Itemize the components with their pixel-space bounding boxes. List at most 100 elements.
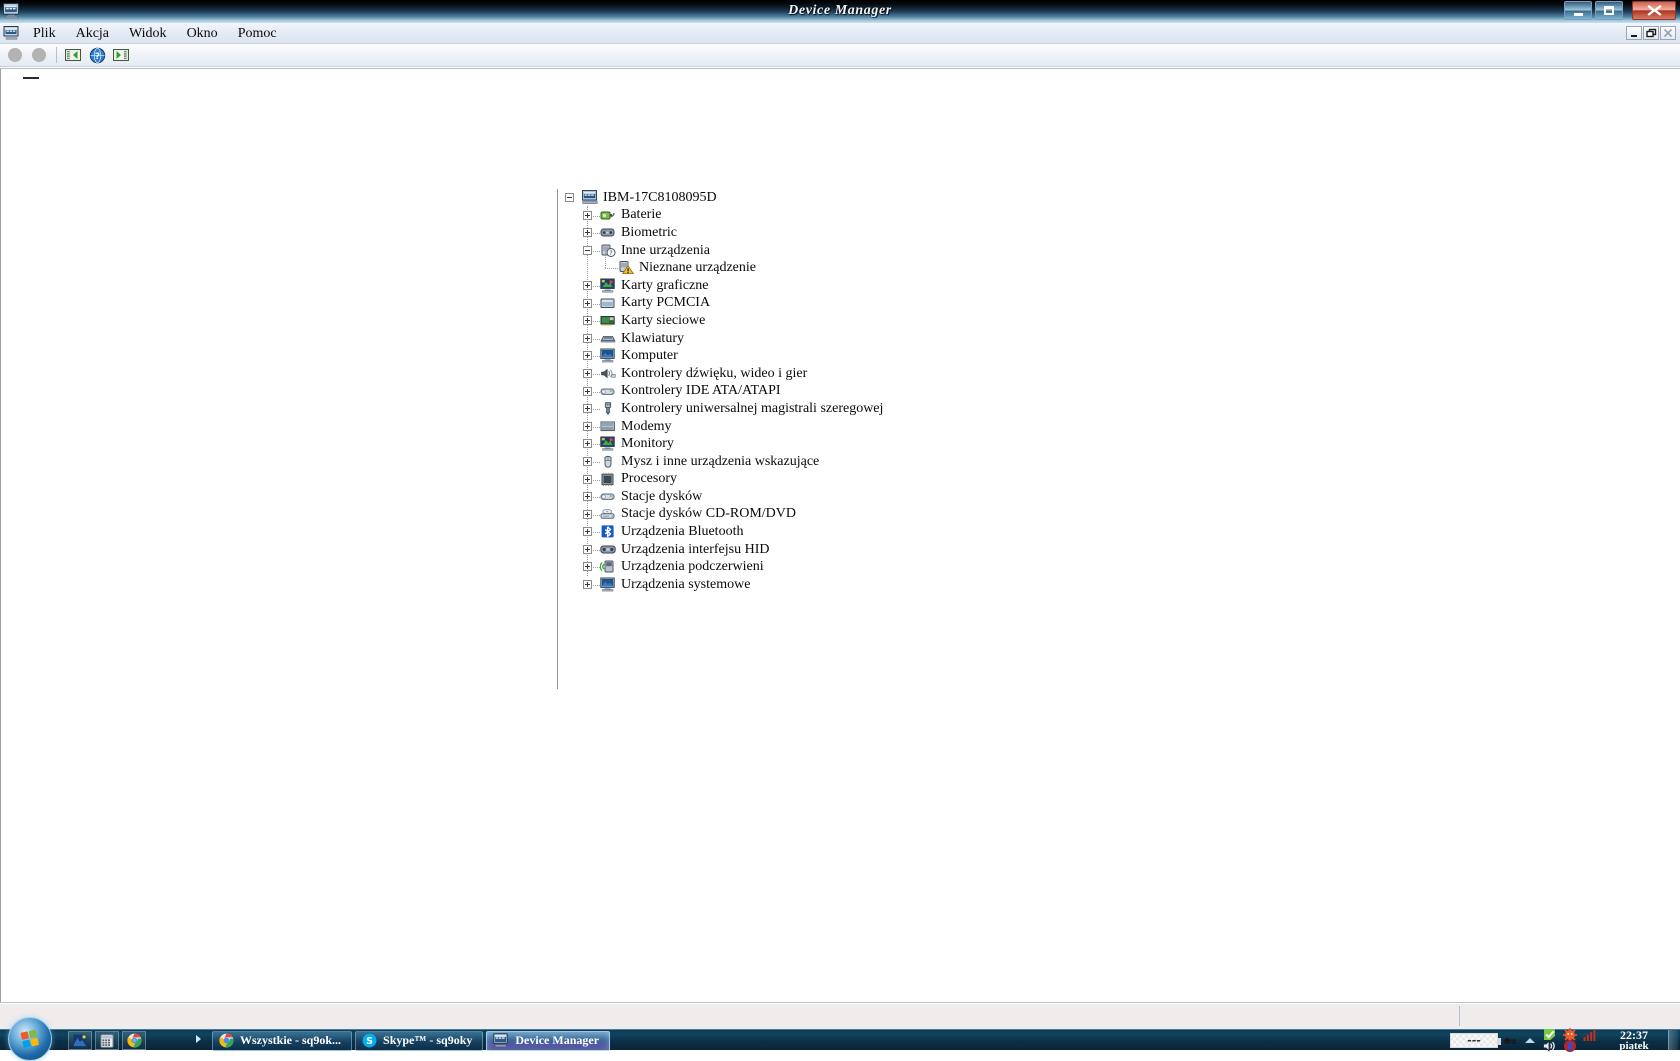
back-button[interactable] bbox=[4, 45, 26, 65]
show-desktop-icon bbox=[73, 1034, 87, 1047]
mdi-minimize-button[interactable] bbox=[1626, 26, 1642, 40]
tree-item-label: Urządzenia interfejsu HID bbox=[621, 541, 770, 557]
task-button-skype[interactable]: S Skype™ - sq9oky bbox=[355, 1030, 484, 1051]
menu-help[interactable]: Pomoc bbox=[229, 24, 286, 43]
tree-item-label: Komputer bbox=[621, 348, 678, 364]
device-manager-icon bbox=[493, 1033, 509, 1047]
mdi-restore-button[interactable] bbox=[1643, 26, 1659, 40]
svg-text:?: ? bbox=[94, 52, 99, 62]
modem-icon bbox=[600, 419, 616, 434]
menu-window[interactable]: Okno bbox=[178, 24, 227, 43]
tree-connector bbox=[593, 426, 600, 428]
window-close-button[interactable] bbox=[1632, 1, 1676, 20]
power-plug-icon[interactable] bbox=[1501, 1032, 1519, 1050]
expand-toggle-systemowe[interactable] bbox=[583, 580, 592, 590]
expand-toggle-monitory[interactable] bbox=[583, 439, 592, 449]
expand-toggle-karty-sieciowe[interactable] bbox=[583, 316, 592, 326]
tree-connector bbox=[593, 585, 600, 587]
tree-connector bbox=[593, 532, 600, 534]
expand-toggle-podczerwien[interactable] bbox=[583, 562, 592, 572]
collapse-toggle-root[interactable] bbox=[565, 193, 574, 202]
tree-connector bbox=[593, 497, 600, 499]
tree-item-label: Urządzenia systemowe bbox=[621, 576, 751, 592]
show-action-pane-button[interactable] bbox=[110, 45, 132, 65]
battery-indicator[interactable]: --- bbox=[1450, 1033, 1501, 1048]
unknown-device-warning-icon bbox=[618, 260, 634, 275]
expand-toggle-stacje-dyskow[interactable] bbox=[583, 492, 592, 502]
maximize-icon bbox=[1604, 6, 1614, 15]
computer-icon bbox=[582, 190, 598, 205]
mdi-close-button[interactable] bbox=[1660, 26, 1676, 40]
close-icon bbox=[1646, 5, 1662, 16]
network-signal-icon[interactable] bbox=[1581, 1026, 1599, 1044]
start-button[interactable] bbox=[8, 1017, 52, 1061]
expand-toggle-procesory[interactable] bbox=[583, 474, 592, 484]
expand-toggle-bluetooth[interactable] bbox=[583, 527, 592, 537]
task-button-device-manager[interactable]: Device Manager bbox=[486, 1030, 611, 1051]
infrared-device-icon bbox=[599, 559, 616, 574]
collapse-toggle-inne-urzadzenia[interactable] bbox=[583, 245, 592, 255]
calculator-icon bbox=[100, 1033, 114, 1048]
expand-toggle-mysz[interactable] bbox=[583, 456, 592, 466]
tree-connector bbox=[593, 479, 600, 481]
system-menu-icon[interactable] bbox=[3, 25, 20, 41]
expand-toggle-kontrolery-usb[interactable] bbox=[583, 404, 592, 414]
cdrom-drive-icon bbox=[600, 507, 616, 522]
chrome-icon bbox=[219, 1033, 234, 1048]
expand-toggle-stacje-cdrom[interactable] bbox=[583, 509, 592, 519]
system-device-icon bbox=[600, 577, 616, 592]
tree-connector bbox=[605, 251, 606, 269]
menu-file[interactable]: Plik bbox=[24, 24, 65, 43]
tree-item-label: Kontrolery IDE ATA/ATAPI bbox=[621, 383, 781, 399]
restore-icon bbox=[1645, 28, 1656, 38]
expand-toggle-klawiatury[interactable] bbox=[583, 333, 592, 343]
expand-toggle-kontrolery-dzwieku[interactable] bbox=[583, 368, 592, 378]
column-header-marker[interactable] bbox=[23, 77, 39, 79]
battery-icon bbox=[600, 208, 616, 223]
help-button[interactable]: ? bbox=[86, 45, 108, 65]
task-button-list: Wszystkie - sq9ok... S Skype™ - sq9oky D… bbox=[212, 1030, 613, 1051]
show-desktop-button[interactable] bbox=[1668, 1030, 1678, 1051]
expand-toggle-modemy[interactable] bbox=[583, 421, 592, 431]
bluetooth-tray-icon[interactable] bbox=[1561, 1037, 1579, 1055]
expand-toggle-biometric[interactable] bbox=[583, 228, 592, 238]
expand-toggle-karty-graficzne[interactable] bbox=[583, 280, 592, 290]
close-icon bbox=[1663, 28, 1673, 38]
toolbar-separator-1 bbox=[56, 47, 58, 63]
window-maximize-button[interactable] bbox=[1595, 1, 1623, 20]
tree-connector bbox=[593, 303, 600, 305]
tree-connector bbox=[593, 549, 600, 551]
task-button-label: Skype™ - sq9oky bbox=[383, 1033, 473, 1047]
tree-item-label: Karty PCMCIA bbox=[621, 295, 711, 311]
task-button-chrome[interactable]: Wszystkie - sq9ok... bbox=[212, 1030, 353, 1051]
tree-item-label: Mysz i inne urządzenia wskazujące bbox=[621, 453, 820, 469]
quick-launch-bar bbox=[68, 1031, 149, 1050]
window-minimize-button[interactable] bbox=[1564, 1, 1592, 20]
help-globe-icon: ? bbox=[89, 47, 105, 63]
display-adapter-icon bbox=[600, 278, 616, 293]
ql-calculator[interactable] bbox=[95, 1031, 119, 1050]
show-console-tree-button[interactable] bbox=[62, 45, 84, 65]
volume-speaker-icon[interactable] bbox=[1541, 1037, 1559, 1055]
menu-action[interactable]: Akcja bbox=[67, 24, 118, 43]
expand-toggle-kontrolery-ide[interactable] bbox=[583, 386, 592, 396]
expand-toggle-karty-pcmcia[interactable] bbox=[583, 298, 592, 308]
title-bar[interactable]: Device Manager bbox=[0, 0, 1680, 23]
ql-show-desktop[interactable] bbox=[68, 1031, 92, 1050]
ql-chrome[interactable] bbox=[122, 1031, 146, 1050]
clock[interactable]: 22:37 piątek bbox=[1604, 1029, 1664, 1052]
tree-connector bbox=[593, 215, 600, 217]
minimize-icon bbox=[1573, 12, 1583, 16]
show-hidden-icons-arrow[interactable] bbox=[1525, 1038, 1535, 1043]
forward-circle-icon bbox=[32, 48, 46, 62]
expand-toggle-baterie[interactable] bbox=[583, 210, 592, 220]
tree-connector bbox=[593, 409, 600, 411]
expand-toggle-komputer[interactable] bbox=[583, 351, 592, 361]
menu-view[interactable]: Widok bbox=[120, 24, 176, 43]
tree-item-label: Stacje dysków bbox=[621, 488, 703, 504]
forward-button[interactable] bbox=[28, 45, 50, 65]
skype-icon: S bbox=[362, 1033, 377, 1048]
quick-launch-overflow-arrow[interactable] bbox=[196, 1035, 201, 1043]
expand-toggle-hid[interactable] bbox=[583, 544, 592, 554]
tree-connector bbox=[593, 514, 600, 516]
